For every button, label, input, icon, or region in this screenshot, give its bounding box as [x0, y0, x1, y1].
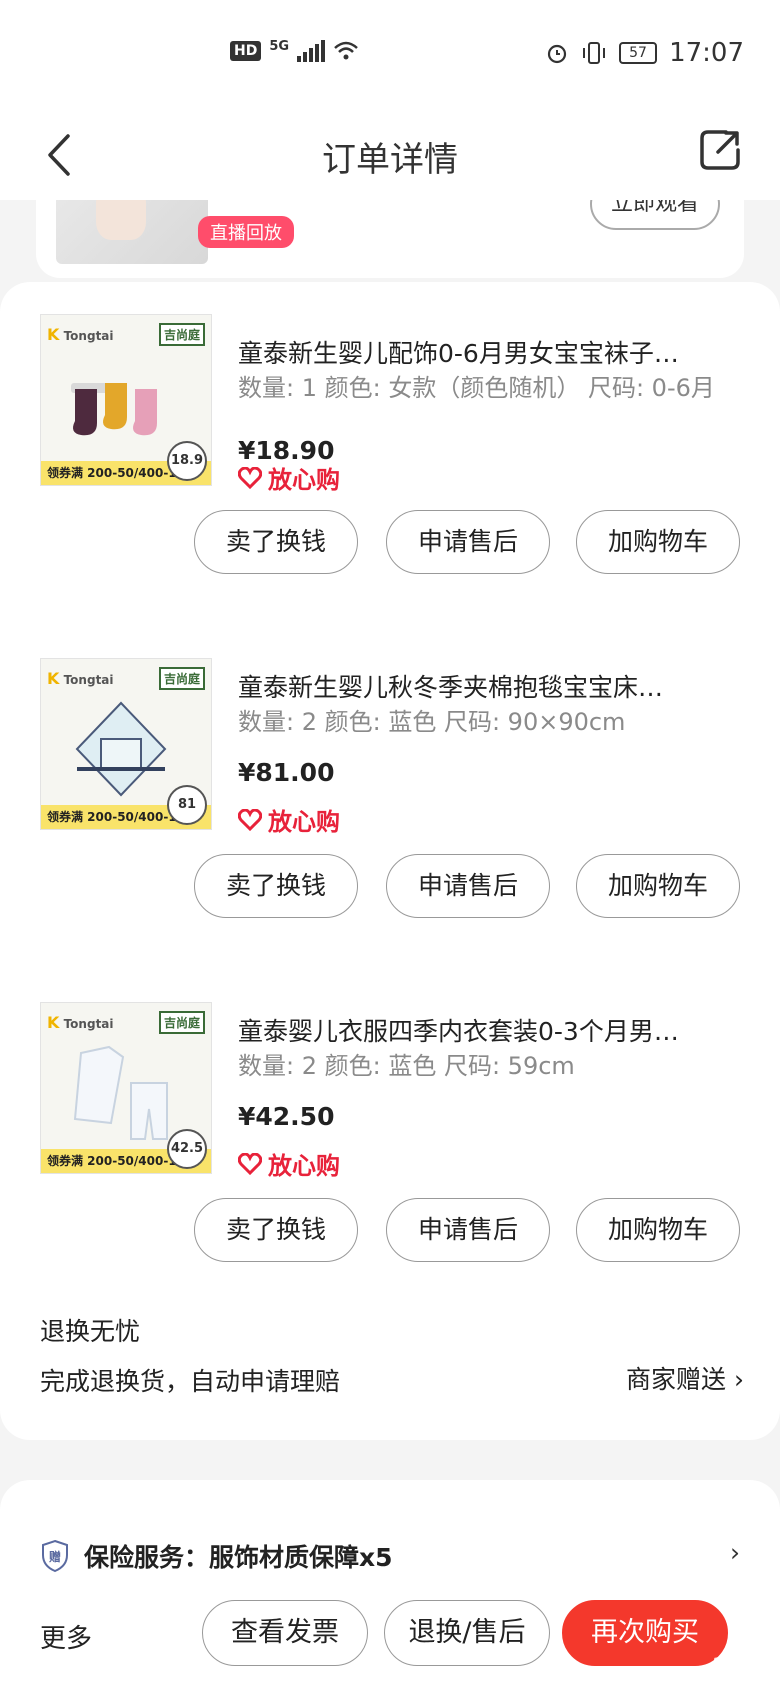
heart-icon — [238, 466, 262, 489]
product-thumbnail[interactable]: K Tongtai 吉尚庭 领券满 200-50/400-110 18.9 — [40, 314, 212, 486]
view-invoice-button[interactable]: 查看发票 — [202, 1600, 368, 1666]
product-thumbnail[interactable]: K Tongtai 吉尚庭 领券满 200-50/400-110 42.5 — [40, 1002, 212, 1174]
blanket-image — [75, 701, 167, 797]
svg-text:赠: 赠 — [49, 1549, 61, 1564]
guarantee-description: 完成退换货，自动申请理赔 — [40, 1367, 341, 1396]
product-tag: 吉尚庭 — [158, 1011, 205, 1034]
after-sale-button[interactable]: 申请售后 — [386, 510, 550, 574]
guarantee-title: 退换无忧 — [40, 1317, 141, 1346]
product-specs: 数量: 2 颜色: 蓝色 尺码: 90×90cm — [238, 708, 626, 736]
product-title[interactable]: 童泰新生婴儿秋冬季夹棉抱毯宝宝床… — [238, 668, 738, 704]
brand-logo: K Tongtai — [47, 1013, 114, 1032]
product-title[interactable]: 童泰婴儿衣服四季内衣套装0-3个月男… — [238, 1012, 738, 1048]
add-to-cart-button[interactable]: 加购物车 — [576, 510, 740, 574]
return-after-sale-button[interactable]: 退换/售后 — [384, 1600, 550, 1666]
price-tag: 42.5 — [167, 1129, 207, 1169]
chevron-right-icon[interactable]: › — [730, 1538, 740, 1567]
product-specs: 数量: 1 颜色: 女款（颜色随机） 尺码: 0-6月 — [238, 374, 715, 402]
order-items-card: K Tongtai 吉尚庭 领券满 200-50/400-110 18.9 童泰… — [0, 282, 780, 1440]
baby-clothes-image — [73, 1045, 168, 1140]
assured-label: 放心购 — [268, 466, 340, 494]
brand-logo: K Tongtai — [47, 325, 114, 344]
insurance-row[interactable]: 赠 保险服务：服饰材质保障x5 — [40, 1538, 393, 1574]
product-tag: 吉尚庭 — [158, 667, 205, 690]
assured-purchase: 放心购 — [238, 802, 340, 837]
assured-label: 放心购 — [268, 1152, 340, 1180]
price-tag: 81 — [167, 785, 207, 825]
shield-icon: 赠 — [42, 1539, 68, 1573]
share-icon[interactable] — [696, 124, 746, 174]
brand-logo: K Tongtai — [47, 669, 114, 688]
alarm-icon — [547, 44, 567, 64]
price-tag: 18.9 — [167, 441, 207, 481]
bottom-action-bar: 更多 查看发票 退换/售后 再次购买 10楼 — [0, 1600, 780, 1690]
live-thumbnail[interactable] — [56, 200, 208, 264]
product-price: ¥81.00 — [238, 758, 335, 787]
live-replay-badge: 直播回放 — [198, 216, 294, 248]
socks-image — [71, 383, 157, 436]
nav-bar: 订单详情 — [0, 110, 780, 200]
after-sale-button[interactable]: 申请售后 — [386, 854, 550, 918]
system-indicators: 57 17:07 — [545, 38, 744, 68]
order-detail-page: HD 5G 57 17:07 订单详情 直播回放 立即观看 K Tongtai … — [0, 0, 780, 1690]
buy-again-button[interactable]: 再次购买 — [562, 1600, 728, 1666]
network-label: 5G — [269, 38, 290, 54]
product-tag: 吉尚庭 — [158, 323, 205, 346]
heart-icon — [238, 1152, 262, 1175]
sell-button[interactable]: 卖了换钱 — [194, 1198, 358, 1262]
add-to-cart-button[interactable]: 加购物车 — [576, 854, 740, 918]
battery-icon: 57 — [619, 42, 658, 64]
watch-now-button[interactable]: 立即观看 — [590, 200, 720, 230]
more-button[interactable]: 更多 — [40, 1618, 92, 1655]
assured-label: 放心购 — [268, 808, 340, 836]
watermark-logo: 10楼 — [709, 1653, 772, 1683]
sell-button[interactable]: 卖了换钱 — [194, 854, 358, 918]
insurance-label: 保险服务：服饰材质保障x5 — [84, 1543, 393, 1572]
network-indicators: HD 5G — [230, 38, 359, 62]
product-thumbnail[interactable]: K Tongtai 吉尚庭 领券满 200-50/400-110 81 — [40, 658, 212, 830]
hd-badge: HD — [230, 41, 262, 61]
assured-purchase: 放心购 — [238, 1146, 340, 1181]
status-bar: HD 5G 57 17:07 — [0, 0, 780, 110]
live-replay-card: 直播回放 立即观看 — [36, 200, 744, 278]
heart-icon — [238, 808, 262, 831]
wifi-icon — [334, 41, 358, 60]
clock-time: 17:07 — [669, 38, 744, 68]
merchant-gift-link[interactable]: 商家赠送 › — [626, 1360, 744, 1396]
product-specs: 数量: 2 颜色: 蓝色 尺码: 59cm — [238, 1052, 575, 1080]
vibrate-icon — [583, 42, 606, 64]
after-sale-button[interactable]: 申请售后 — [386, 1198, 550, 1262]
add-to-cart-button[interactable]: 加购物车 — [576, 1198, 740, 1262]
assured-purchase: 放心购 — [238, 460, 340, 495]
page-title: 订单详情 — [322, 140, 458, 180]
product-price: ¥42.50 — [238, 1102, 335, 1131]
product-title[interactable]: 童泰新生婴儿配饰0-6月男女宝宝袜子… — [238, 334, 738, 370]
sell-button[interactable]: 卖了换钱 — [194, 510, 358, 574]
signal-icon — [297, 40, 326, 62]
